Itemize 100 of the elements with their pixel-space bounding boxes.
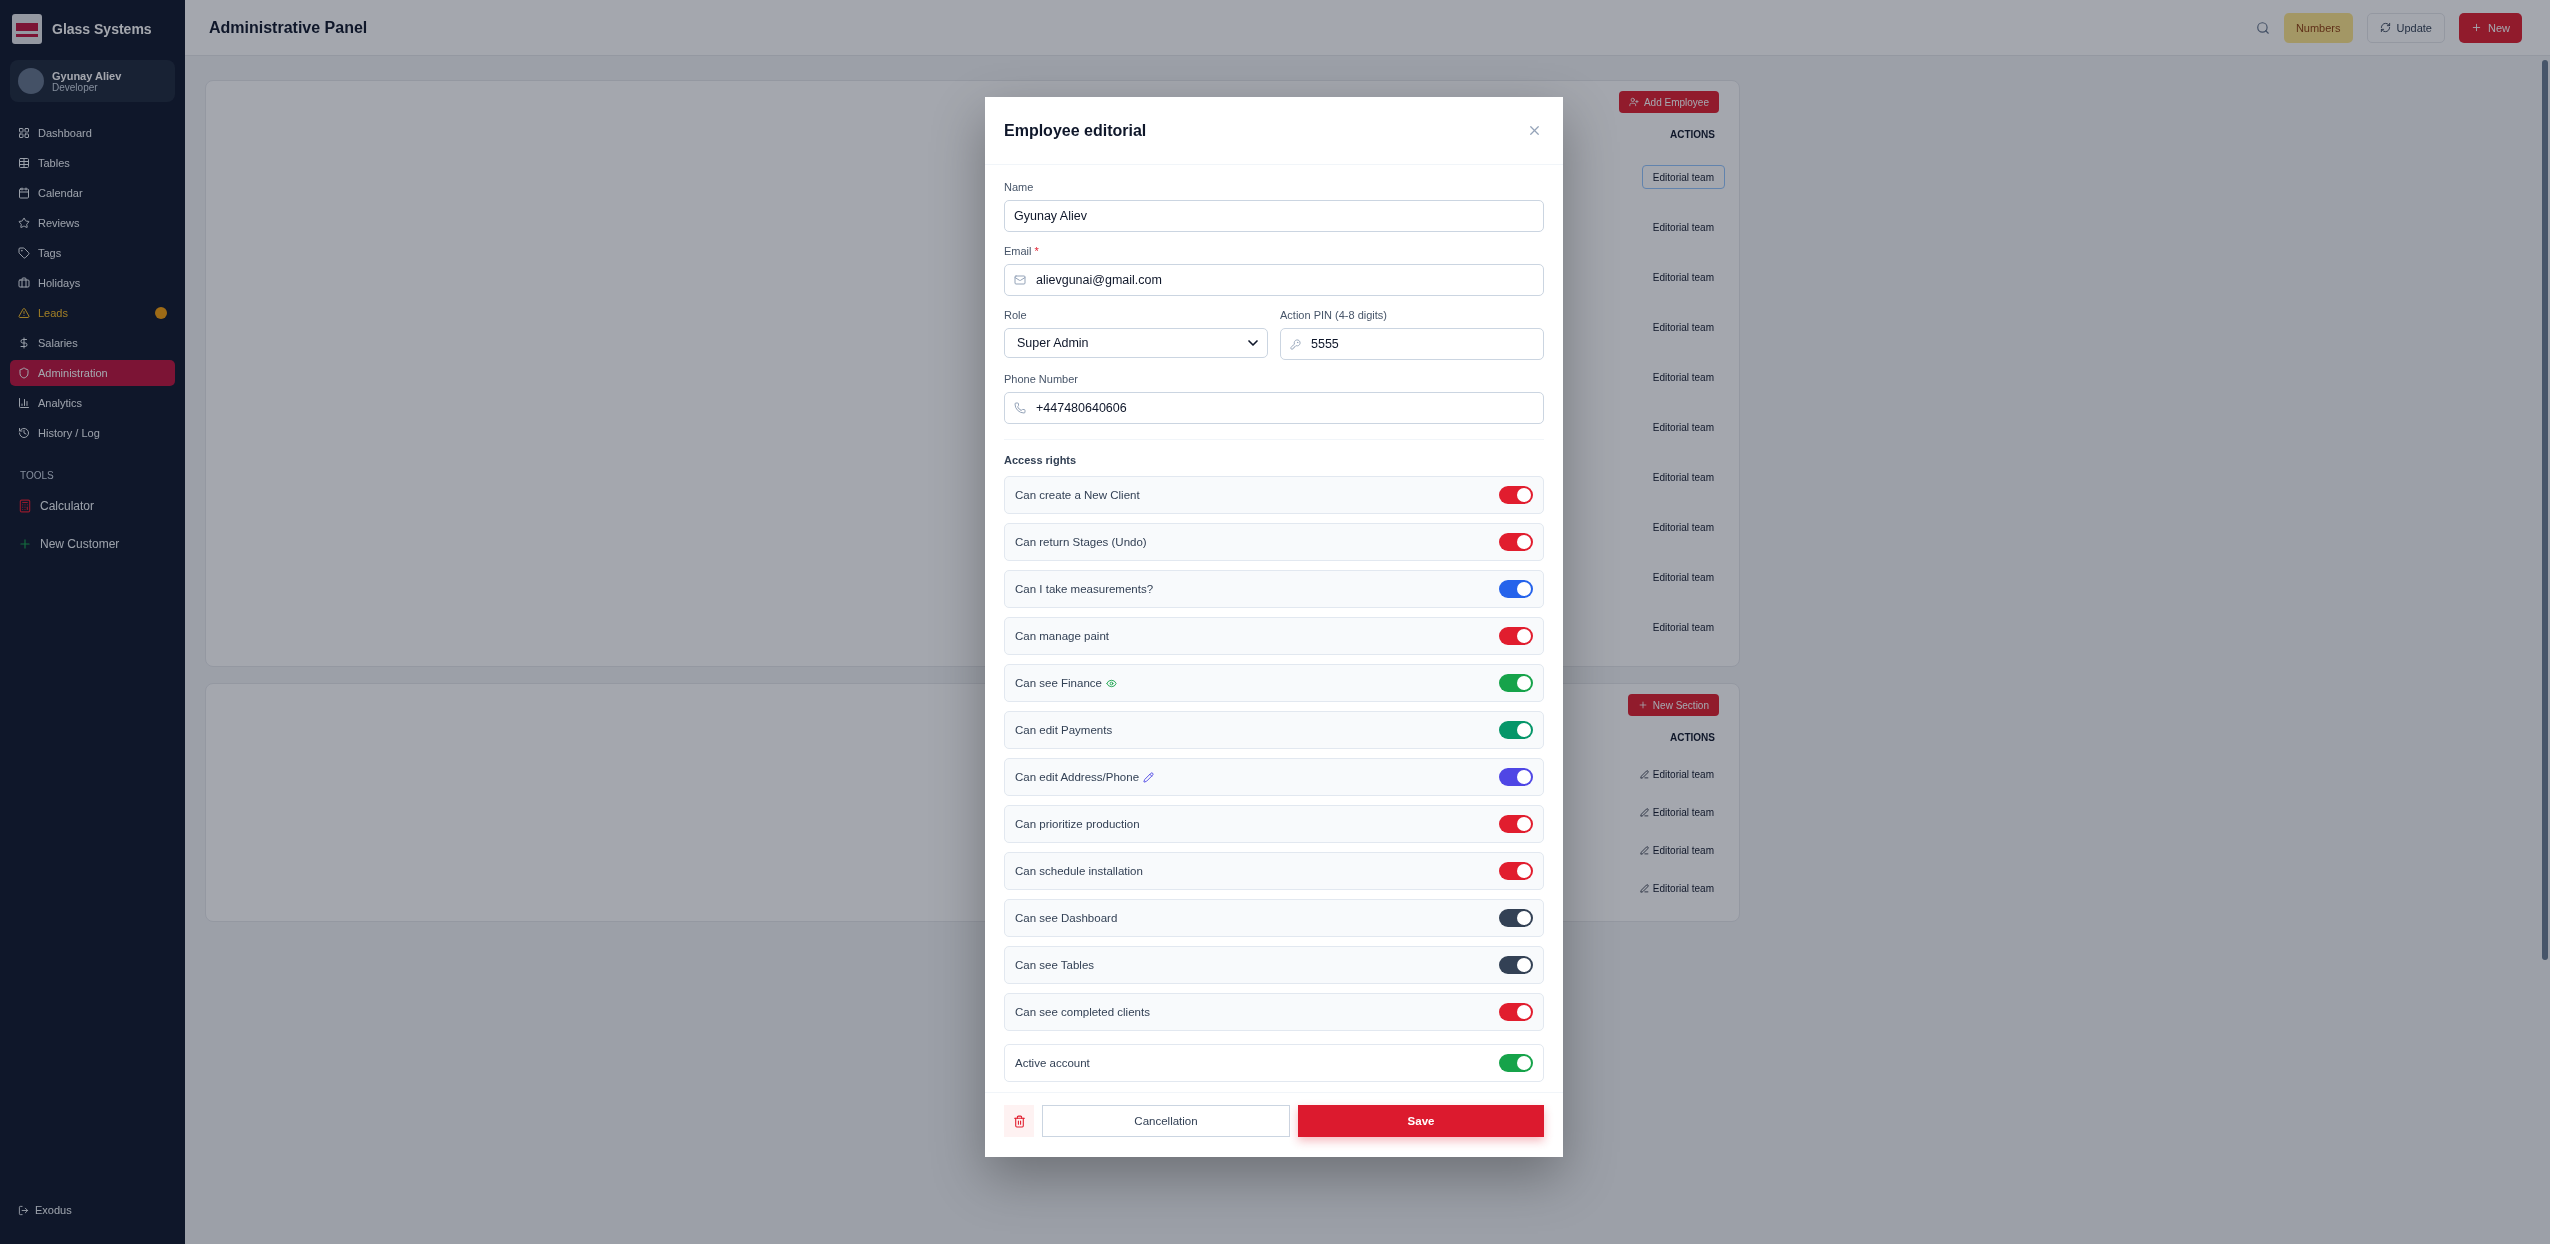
dialog-title: Employee editorial <box>1004 121 1147 140</box>
toggle-switch[interactable] <box>1499 580 1533 598</box>
permission-label: Can edit Address/Phone <box>1015 771 1140 783</box>
edit-button[interactable]: Editorial team <box>1628 876 1725 900</box>
nav-icon <box>18 427 30 439</box>
pencil-icon <box>1639 807 1649 817</box>
field-label: Phone Number <box>1004 373 1079 385</box>
user-name: Gyunay Aliev <box>52 69 122 82</box>
nav-item[interactable]: Reviews <box>10 210 175 236</box>
save-button[interactable]: Save <box>1298 1105 1544 1137</box>
edit-button[interactable]: Editorial team <box>1628 800 1725 824</box>
email-field[interactable]: alievgunai@gmail.com <box>1004 264 1544 296</box>
edit-button[interactable]: Editorial team <box>1628 762 1725 786</box>
permission-label: Can see Dashboard <box>1015 912 1118 924</box>
plus-icon <box>18 537 32 551</box>
pencil-icon <box>1639 845 1649 855</box>
eye-icon <box>1105 677 1117 689</box>
edit-button[interactable]: Editorial team <box>1641 365 1725 389</box>
nav-item[interactable]: Holidays <box>10 270 175 296</box>
permission-label: Can schedule installation <box>1015 865 1143 877</box>
toggle-switch[interactable] <box>1499 815 1533 833</box>
pencil-icon <box>1143 771 1155 783</box>
nav-icon <box>18 277 30 289</box>
nav-item[interactable]: Analytics <box>10 390 175 416</box>
cancel-button[interactable]: Cancellation <box>1042 1105 1290 1137</box>
edit-button[interactable]: Editorial team <box>1641 415 1725 439</box>
permission-label: Can see completed clients <box>1015 1006 1150 1018</box>
permission-label: Can prioritize production <box>1015 818 1140 830</box>
edit-button[interactable]: Editorial team <box>1641 615 1725 639</box>
plus-icon <box>1637 700 1648 710</box>
permission-label: Can see Tables <box>1015 959 1095 971</box>
required-mark: * <box>1034 245 1039 257</box>
toggle-switch[interactable] <box>1499 721 1533 739</box>
trash-icon <box>1012 1114 1026 1128</box>
edit-button[interactable]: Editorial team <box>1641 165 1725 189</box>
logo-icon <box>12 14 42 44</box>
alert-badge <box>155 307 167 319</box>
field-label: Email * <box>1004 245 1040 257</box>
toggle-switch[interactable] <box>1499 533 1533 551</box>
role-select[interactable]: Super Admin <box>1004 328 1268 358</box>
nav-item[interactable]: Administration <box>10 360 175 386</box>
field-label: Name <box>1004 181 1035 193</box>
header-button[interactable]: Update <box>2366 12 2445 43</box>
plus-icon <box>2471 22 2482 33</box>
header-button[interactable]: New <box>2459 12 2522 43</box>
toggle-switch[interactable] <box>1499 1003 1533 1021</box>
toggle-switch[interactable] <box>1499 862 1533 880</box>
edit-button[interactable]: Editorial team <box>1641 465 1725 489</box>
nav-icon <box>18 127 30 139</box>
permission-label: Can manage paint <box>1015 630 1109 642</box>
permission-label: Can create a New Client <box>1015 489 1140 501</box>
nav-item[interactable]: Salaries <box>10 330 175 356</box>
edit-button[interactable]: Editorial team <box>1641 265 1725 289</box>
nav-icon <box>18 307 30 319</box>
toggle-switch[interactable] <box>1499 486 1533 504</box>
nav-item[interactable]: Tags <box>10 240 175 266</box>
nav-icon <box>18 217 30 229</box>
delete-button[interactable] <box>1004 1105 1034 1137</box>
permission-label: Active account <box>1015 1057 1090 1069</box>
nav-item[interactable]: History / Log <box>10 420 175 446</box>
mail-icon <box>1014 274 1026 286</box>
edit-button[interactable]: Editorial team <box>1641 565 1725 589</box>
edit-button[interactable]: Editorial team <box>1641 515 1725 539</box>
toggle-switch[interactable] <box>1499 1054 1533 1072</box>
tool-item[interactable]: Calculator <box>10 491 175 521</box>
tool-item[interactable]: New Customer <box>10 529 175 559</box>
nav-icon <box>18 157 30 169</box>
search-icon[interactable] <box>2255 20 2270 35</box>
phone-field[interactable]: +447480640606 <box>1004 392 1544 424</box>
refresh-icon <box>2379 22 2391 33</box>
name-field[interactable]: Gyunay Aliev <box>1004 200 1544 232</box>
edit-button[interactable]: Editorial team <box>1628 838 1725 862</box>
pencil-icon <box>1639 883 1649 893</box>
column-header: ACTIONS <box>1669 731 1716 745</box>
logout-link[interactable]: Exodus <box>10 1204 175 1230</box>
toggle-switch[interactable] <box>1499 627 1533 645</box>
permission-label: Can return Stages (Undo) <box>1015 536 1147 548</box>
add-section-button[interactable]: New Section <box>1627 694 1719 716</box>
add-employee-button[interactable]: Add Employee <box>1618 91 1719 113</box>
nav-item[interactable]: Dashboard <box>10 120 175 146</box>
permission-label: Can see Finance <box>1015 677 1102 689</box>
nav-item[interactable]: Calendar <box>10 180 175 206</box>
toggle-switch[interactable] <box>1499 956 1533 974</box>
toggle-switch[interactable] <box>1499 909 1533 927</box>
brand-name: Glass Systems <box>52 21 152 37</box>
edit-button[interactable]: Editorial team <box>1641 215 1725 239</box>
phone-icon <box>1014 402 1026 414</box>
nav-icon <box>18 337 30 349</box>
pin-field[interactable]: 5555 <box>1280 328 1544 360</box>
header-button[interactable]: Numbers <box>2283 12 2353 43</box>
key-icon <box>1290 338 1301 350</box>
toggle-switch[interactable] <box>1499 674 1533 692</box>
nav-item[interactable]: Tables <box>10 150 175 176</box>
nav-icon <box>18 247 30 259</box>
toggle-switch[interactable] <box>1499 768 1533 786</box>
avatar <box>18 68 44 94</box>
edit-button[interactable]: Editorial team <box>1641 315 1725 339</box>
section-heading: TOOLS <box>19 469 55 483</box>
nav-item[interactable]: Leads <box>10 300 175 326</box>
pencil-icon <box>1639 769 1649 779</box>
